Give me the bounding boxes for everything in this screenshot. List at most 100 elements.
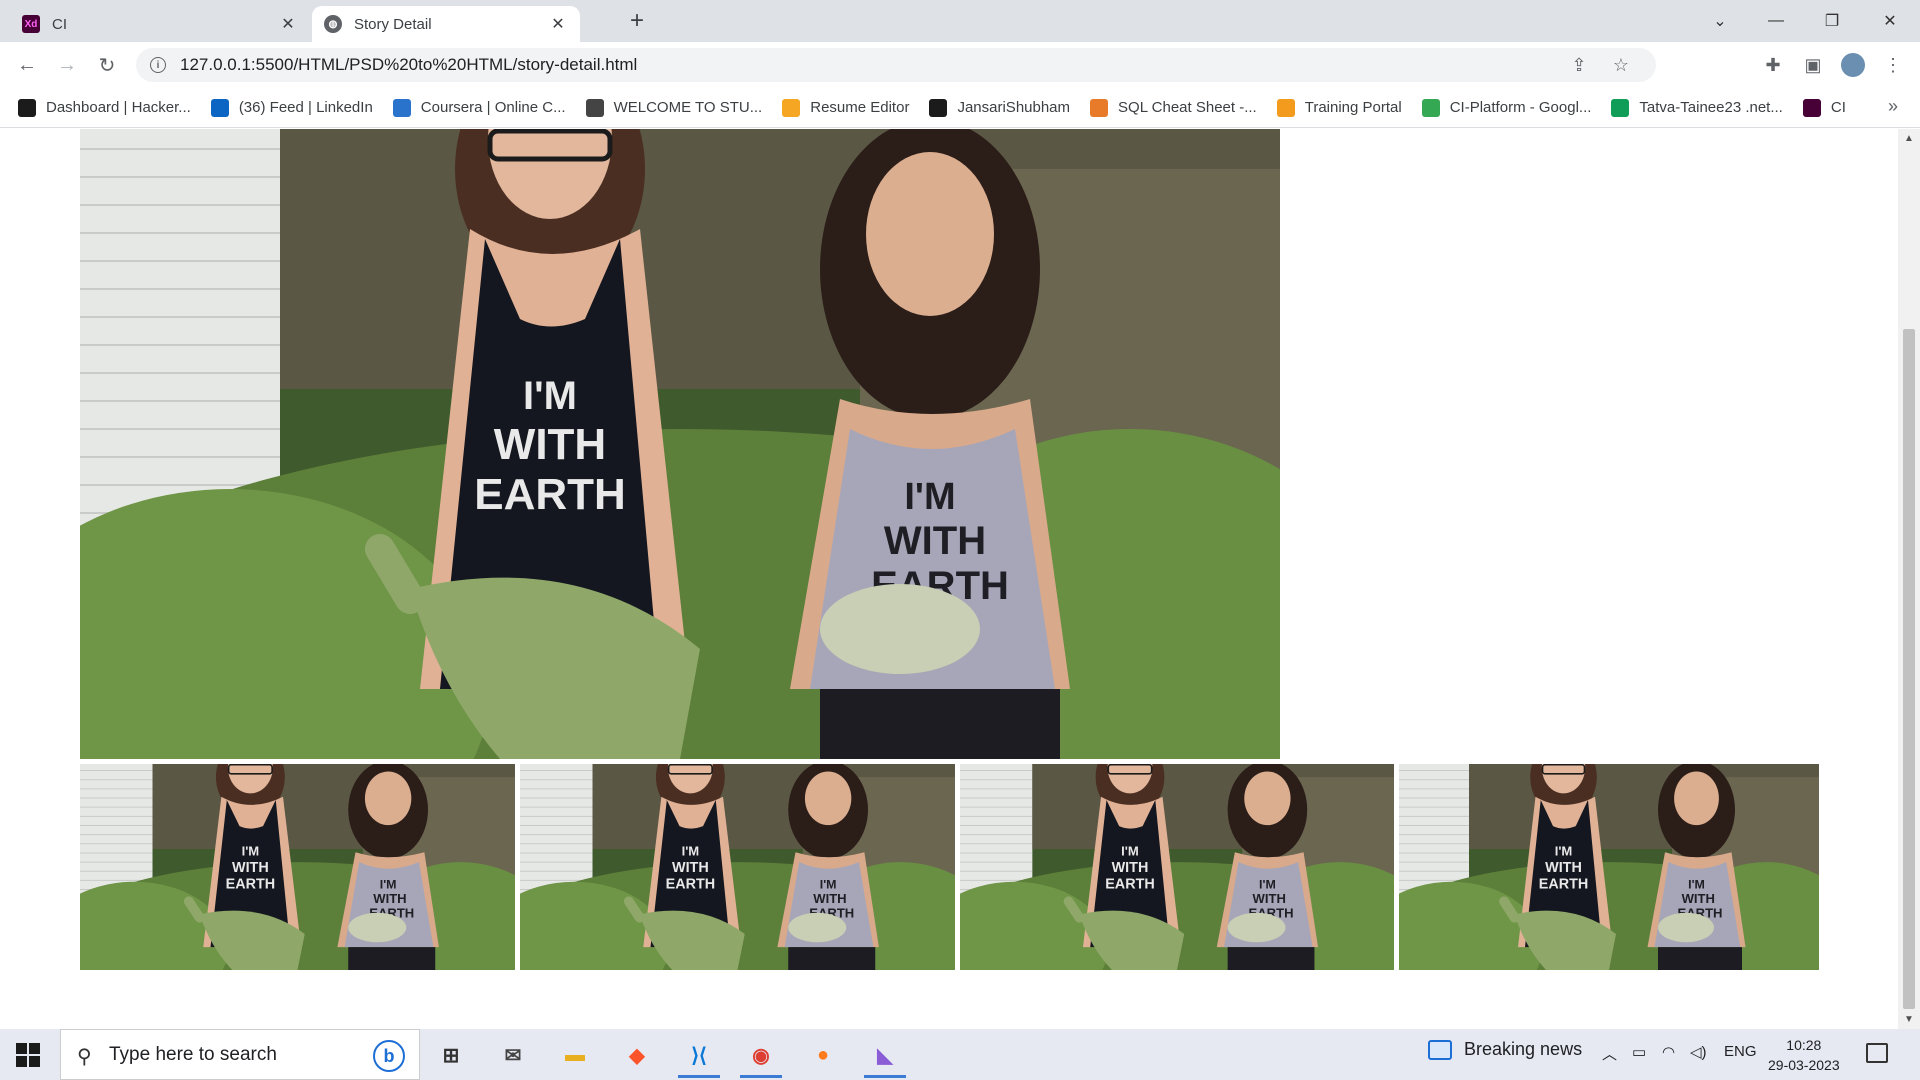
bookmark-item[interactable]: Resume Editor: [782, 98, 910, 117]
svg-text:I'M: I'M: [523, 374, 577, 418]
close-tab-icon[interactable]: ✕: [278, 14, 298, 34]
h-icon: [782, 98, 801, 117]
svg-text:WITH: WITH: [494, 420, 606, 469]
reload-icon[interactable]: ↻: [92, 50, 122, 80]
svg-text:EARTH: EARTH: [666, 876, 716, 892]
clock-time: 10:28: [1786, 1037, 1822, 1053]
taskbar-search-box[interactable]: ⚲ Type here to search b: [60, 1029, 420, 1080]
svg-text:EARTH: EARTH: [1539, 876, 1589, 892]
linkedin-icon: [210, 98, 229, 117]
bookmarks-bar: Dashboard | Hacker... (36) Feed | LinkedI…: [0, 88, 1920, 128]
address-bar[interactable]: i 127.0.0.1:5500/HTML/PSD%20to%20HTML/st…: [136, 48, 1656, 82]
bookmark-label: CI: [1830, 99, 1846, 116]
close-tab-icon[interactable]: ✕: [548, 14, 568, 34]
news-label: Breaking news: [1464, 1039, 1583, 1059]
bookmark-label: Coursera | Online C...: [420, 99, 566, 116]
svg-text:WITH: WITH: [373, 891, 406, 906]
svg-text:WITH: WITH: [1682, 891, 1715, 906]
task-view-icon[interactable]: ⊞: [424, 1033, 478, 1078]
restore-button[interactable]: ❐: [1804, 0, 1860, 42]
tab-title: Story Detail: [354, 15, 432, 33]
bookmark-item[interactable]: CI-Platform - Googl...: [1421, 98, 1591, 117]
tab-search-icon[interactable]: ⌄: [1692, 0, 1748, 42]
visual-studio-icon[interactable]: ◣: [858, 1033, 912, 1078]
svg-text:WITH: WITH: [232, 860, 269, 876]
forward-arrow-icon[interactable]: →: [52, 50, 82, 80]
bookmark-star-icon[interactable]: ☆: [1610, 54, 1632, 76]
tab-title: CI: [52, 15, 67, 33]
bookmark-item[interactable]: Training Portal: [1276, 98, 1402, 117]
bing-icon[interactable]: b: [373, 1040, 405, 1072]
new-tab-button[interactable]: +: [622, 6, 652, 36]
clock-date: 29-03-2023: [1768, 1057, 1840, 1073]
search-icon: ⚲: [77, 1046, 92, 1068]
back-arrow-icon[interactable]: ←: [12, 50, 42, 80]
bookmark-item[interactable]: Coursera | Online C...: [392, 98, 566, 117]
windows-start-icon[interactable]: [16, 1043, 40, 1067]
bookmark-label: JansariShubham: [957, 99, 1071, 116]
github-icon: [929, 98, 948, 117]
bookmark-item[interactable]: WELCOME TO STU...: [585, 98, 762, 117]
page-scrollbar[interactable]: ▲ ▼: [1898, 129, 1920, 1029]
bookmark-label: Tatva-Tainee23 .net...: [1639, 99, 1783, 116]
page-viewport: I'M WITH EARTH I'M WITH EARTH I'M WITH E…: [0, 129, 1898, 1029]
side-panel-icon[interactable]: ▣: [1800, 52, 1826, 78]
story-thumbnail-2[interactable]: I'M WITH EARTH I'M WITH EARTH: [520, 764, 955, 970]
svg-text:WITH: WITH: [1545, 860, 1582, 876]
tab-story-detail[interactable]: ◍ Story Detail ✕: [312, 6, 580, 42]
svg-text:WITH: WITH: [1112, 860, 1149, 876]
bookmark-label: Resume Editor: [810, 99, 910, 116]
windows-taskbar: ⚲ Type here to search b ⊞ ✉ ▬ ◆ ⟩⟨ ◉ ● ◣…: [0, 1029, 1920, 1080]
file-explorer-icon[interactable]: ▬: [548, 1033, 602, 1078]
mail-icon[interactable]: ✉: [486, 1033, 540, 1078]
globe-icon: ◍: [324, 15, 342, 33]
url-text: 127.0.0.1:5500/HTML/PSD%20to%20HTML/stor…: [180, 55, 638, 74]
tab-strip: Xd CI ✕ ◍ Story Detail ✕ + ⌄ — ❐ ✕: [0, 0, 1920, 42]
firefox-icon[interactable]: ●: [796, 1033, 850, 1078]
volume-icon[interactable]: ◁): [1690, 1043, 1707, 1061]
bookmark-item[interactable]: Tatva-Tainee23 .net...: [1611, 98, 1783, 117]
search-placeholder: Type here to search: [109, 1043, 277, 1065]
bookmark-item[interactable]: SQL Cheat Sheet -...: [1090, 98, 1257, 117]
story-thumbnail-1[interactable]: I'M WITH EARTH I'M WITH EARTH: [80, 764, 515, 970]
story-thumbnail-4[interactable]: I'M WITH EARTH I'M WITH EARTH: [1399, 764, 1819, 970]
bookmark-item[interactable]: Dashboard | Hacker...: [18, 98, 191, 117]
show-hidden-icons-icon[interactable]: ︿: [1602, 1043, 1617, 1064]
svg-text:I'M: I'M: [242, 844, 260, 859]
menu-kebab-icon[interactable]: ⋮: [1880, 52, 1906, 78]
extensions-icon[interactable]: ✚: [1760, 52, 1786, 78]
battery-icon[interactable]: ▭: [1632, 1043, 1646, 1061]
vscode-icon[interactable]: ⟩⟨: [672, 1033, 726, 1078]
training-icon: [1276, 98, 1295, 117]
google-drive-icon: [1421, 98, 1440, 117]
svg-text:EARTH: EARTH: [1105, 876, 1155, 892]
scrollbar-thumb[interactable]: [1903, 329, 1915, 1009]
more-bookmarks-icon[interactable]: »: [1888, 96, 1898, 117]
svg-text:I'M: I'M: [1259, 877, 1276, 891]
scroll-up-icon[interactable]: ▲: [1904, 133, 1914, 144]
svg-text:WITH: WITH: [1253, 891, 1286, 906]
bookmark-label: Training Portal: [1304, 99, 1402, 116]
profile-avatar[interactable]: [1840, 52, 1866, 78]
tab-ci[interactable]: Xd CI ✕: [10, 6, 310, 42]
bookmark-item[interactable]: (36) Feed | LinkedIn: [210, 98, 373, 117]
google-sheets-icon: [1611, 98, 1630, 117]
system-clock[interactable]: 10:28 29-03-2023: [1768, 1035, 1840, 1075]
news-widget[interactable]: Breaking news: [1428, 1039, 1582, 1060]
svg-text:I'M: I'M: [1121, 844, 1139, 859]
bookmark-item[interactable]: CI: [1802, 98, 1846, 117]
chrome-icon[interactable]: ◉: [734, 1033, 788, 1078]
adobe-xd-icon: [1802, 98, 1821, 117]
bookmark-item[interactable]: JansariShubham: [929, 98, 1071, 117]
share-icon[interactable]: ⇪: [1568, 54, 1590, 76]
scroll-down-icon[interactable]: ▼: [1904, 1014, 1914, 1025]
wifi-icon[interactable]: ◠: [1662, 1043, 1675, 1061]
notifications-icon[interactable]: [1866, 1043, 1888, 1063]
minimize-button[interactable]: —: [1748, 0, 1804, 42]
bookmark-label: Dashboard | Hacker...: [46, 99, 191, 116]
brave-browser-icon[interactable]: ◆: [610, 1033, 664, 1078]
info-icon[interactable]: i: [150, 57, 166, 73]
story-thumbnail-3[interactable]: I'M WITH EARTH I'M WITH EARTH: [960, 764, 1394, 970]
close-window-button[interactable]: ✕: [1862, 0, 1918, 42]
language-indicator[interactable]: ENG: [1724, 1043, 1757, 1060]
